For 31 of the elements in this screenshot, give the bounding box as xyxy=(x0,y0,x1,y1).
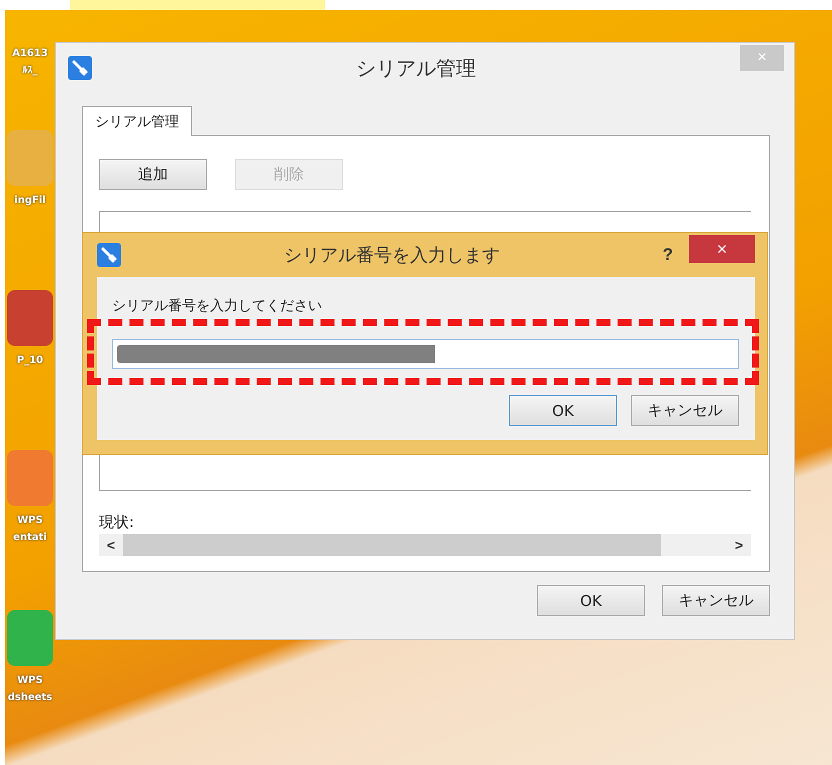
add-button[interactable]: 追加 xyxy=(99,159,207,190)
app-icon[interactable] xyxy=(7,450,53,506)
window-title: シリアル管理 xyxy=(355,54,477,82)
serial-input-field[interactable] xyxy=(112,339,739,369)
app-icon[interactable] xyxy=(7,290,53,346)
app-icon[interactable] xyxy=(7,610,53,666)
ok-button[interactable]: OK xyxy=(509,395,617,426)
cancel-button[interactable]: キャンセル xyxy=(631,395,739,426)
icon-label: dsheets xyxy=(8,691,52,705)
prompt-text: シリアル番号を入力してください xyxy=(112,297,323,315)
icon-label: A1613 xyxy=(12,47,48,61)
help-button[interactable]: ? xyxy=(662,245,673,265)
scroll-right-button[interactable]: > xyxy=(727,534,751,556)
icon-label: WPS xyxy=(17,514,43,528)
tab[interactable]: シリアル管理 xyxy=(82,106,192,136)
ok-button[interactable]: OK xyxy=(537,585,645,616)
horizontal-scrollbar[interactable]: < > xyxy=(99,534,751,556)
wrench-icon xyxy=(68,56,92,80)
app-icon[interactable] xyxy=(7,130,53,186)
icon-label: ingFil xyxy=(14,194,46,208)
icon-label: WPS xyxy=(17,674,43,688)
close-button[interactable]: × xyxy=(689,235,755,263)
cancel-button[interactable]: キャンセル xyxy=(662,585,770,616)
scroll-thumb[interactable] xyxy=(123,534,661,556)
wrench-icon xyxy=(97,243,121,267)
scroll-left-button[interactable]: < xyxy=(99,534,123,556)
status-label: 現状: xyxy=(99,513,136,532)
dialog-title: シリアル番号を入力します xyxy=(282,244,501,267)
icon-label: P_10 xyxy=(16,354,44,368)
icon-label: entati xyxy=(13,531,47,545)
icon-label: ﾙｽ_ xyxy=(22,64,38,78)
